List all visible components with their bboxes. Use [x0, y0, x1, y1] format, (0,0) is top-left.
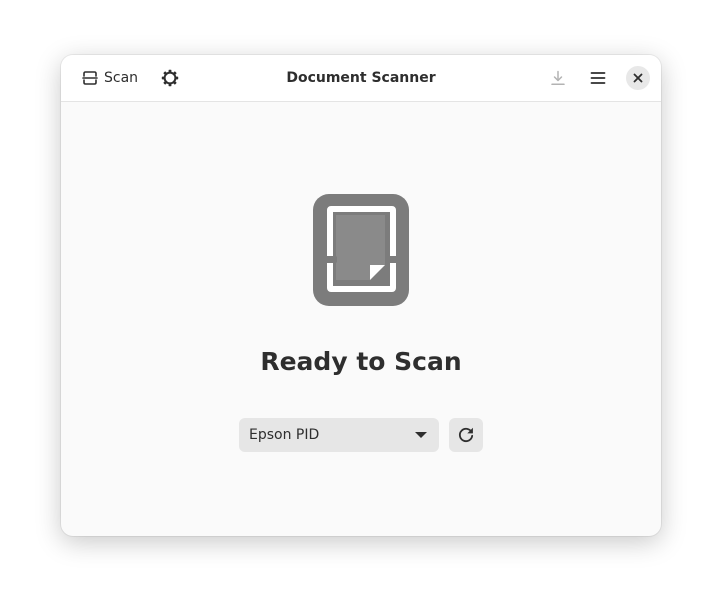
scanner-icon	[82, 70, 98, 86]
hamburger-menu-icon	[590, 70, 606, 86]
scanner-document-icon	[313, 194, 409, 306]
preferences-button[interactable]	[153, 63, 187, 92]
device-selector-dropdown[interactable]: Epson PID	[239, 418, 439, 452]
refresh-icon	[457, 426, 475, 444]
close-icon	[633, 73, 643, 83]
gear-icon	[161, 69, 179, 87]
download-icon	[550, 70, 566, 86]
refresh-devices-button[interactable]	[449, 418, 483, 452]
scan-button-label: Scan	[104, 69, 139, 86]
scan-button[interactable]: Scan	[73, 63, 147, 92]
close-button[interactable]	[626, 66, 650, 90]
document-scanner-window: Scan Document Scanner Ready to Scan Epso…	[61, 55, 661, 536]
main-menu-button[interactable]	[581, 63, 615, 92]
selected-device-label: Epson PID	[249, 427, 320, 443]
header-bar: Scan Document Scanner	[61, 55, 661, 102]
status-title: Ready to Scan	[260, 347, 462, 376]
save-button[interactable]	[541, 63, 575, 92]
dropdown-arrow-icon	[415, 431, 427, 439]
